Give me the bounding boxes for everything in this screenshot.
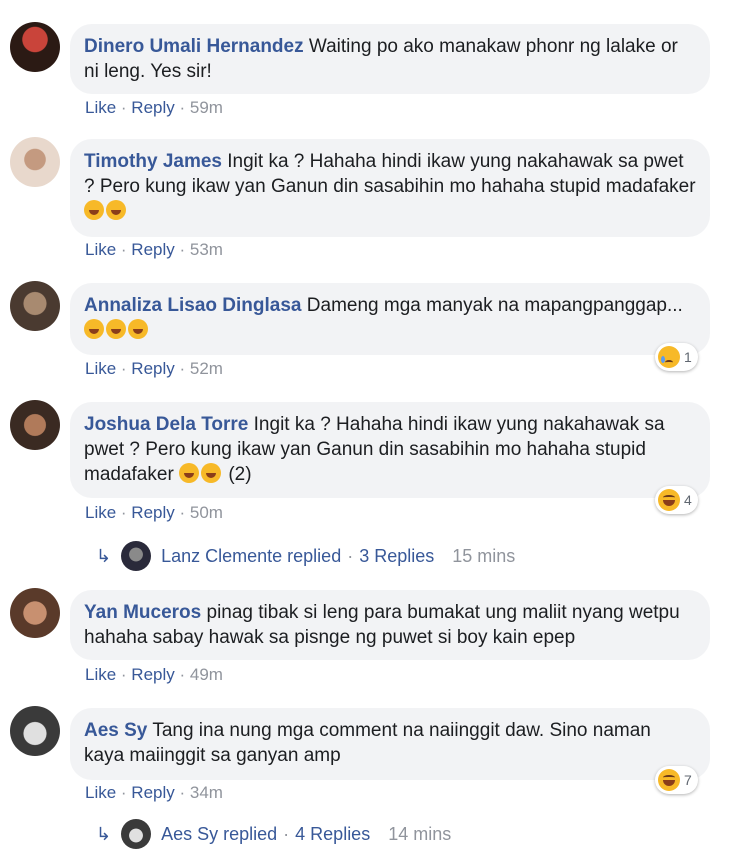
comment-time[interactable]: 53m <box>190 240 223 259</box>
comment-suffix: (2) <box>228 464 252 485</box>
comment-author[interactable]: Timothy James <box>84 151 222 172</box>
reply-link[interactable]: Reply <box>131 98 174 117</box>
comment-actions: Like · Reply · 34m <box>85 783 223 802</box>
like-link[interactable]: Like <box>85 98 116 117</box>
comment-text: Tang ina nung mga comment na naiinggit d… <box>84 720 651 766</box>
like-link[interactable]: Like <box>85 503 116 522</box>
avatar <box>121 819 152 849</box>
comment-author[interactable]: Dinero Umali Hernandez <box>84 36 304 57</box>
reaction-badge[interactable]: 4 <box>655 486 698 514</box>
like-link[interactable]: Like <box>85 783 116 802</box>
reply-time: 14 mins <box>388 823 452 844</box>
replier-name[interactable]: Lanz Clemente replied <box>161 546 341 567</box>
sad-emoji-icon <box>658 346 680 368</box>
rofl-emoji-icon <box>128 319 148 339</box>
tears-of-joy-emoji-icon <box>84 200 104 220</box>
comment-actions: Like · Reply · 59m <box>85 98 223 117</box>
comment-bubble: Joshua Dela Torre Ingit ka ? Hahaha hind… <box>70 402 710 498</box>
reply-time: 15 mins <box>452 545 516 566</box>
comment-bubble: Dinero Umali Hernandez Waiting po ako ma… <box>70 24 710 94</box>
reaction-badge[interactable]: 1 <box>655 343 698 371</box>
like-link[interactable]: Like <box>85 240 116 259</box>
comment-text: Dameng mga manyak na mapangpanggap... <box>306 295 683 316</box>
comment-author[interactable]: Yan Muceros <box>84 602 201 623</box>
comment-author[interactable]: Aes Sy <box>84 720 147 741</box>
avatar[interactable] <box>10 588 60 638</box>
comment-actions: Like · Reply · 49m <box>85 665 223 684</box>
reply-arrow-icon: ↳ <box>96 823 112 844</box>
view-replies-link[interactable]: ↳ Lanz Clemente replied · 3 Replies 15 m… <box>96 541 515 571</box>
like-link[interactable]: Like <box>85 665 116 684</box>
reply-link[interactable]: Reply <box>131 240 174 259</box>
reply-count[interactable]: 4 Replies <box>295 824 370 845</box>
separator: · <box>347 545 354 566</box>
like-link[interactable]: Like <box>85 359 116 378</box>
replier-name[interactable]: Aes Sy replied <box>161 824 277 845</box>
rofl-emoji-icon <box>84 319 104 339</box>
avatar <box>121 541 152 571</box>
reply-link[interactable]: Reply <box>131 665 174 684</box>
reply-link[interactable]: Reply <box>131 359 174 378</box>
comment-bubble: Yan Muceros pinag tibak si leng para bum… <box>70 590 710 660</box>
comment-bubble: Annaliza Lisao Dinglasa Dameng mga manya… <box>70 283 710 355</box>
haha-emoji-icon <box>658 769 680 791</box>
avatar[interactable] <box>10 400 60 450</box>
comment-actions: Like · Reply · 53m <box>85 240 223 259</box>
avatar[interactable] <box>10 706 60 756</box>
avatar[interactable] <box>10 22 60 72</box>
tears-of-joy-emoji-icon <box>201 463 222 483</box>
comment-time[interactable]: 50m <box>190 503 223 522</box>
separator: · <box>283 823 290 844</box>
reaction-badge[interactable]: 7 <box>655 766 698 794</box>
comment-author[interactable]: Annaliza Lisao Dinglasa <box>84 295 302 316</box>
comment-time[interactable]: 52m <box>190 359 223 378</box>
tears-of-joy-emoji-icon <box>179 463 200 483</box>
comment-bubble: Aes Sy Tang ina nung mga comment na naii… <box>70 708 710 780</box>
avatar[interactable] <box>10 137 60 187</box>
reply-arrow-icon: ↳ <box>96 545 112 566</box>
reply-link[interactable]: Reply <box>131 503 174 522</box>
comment-actions: Like · Reply · 50m <box>85 503 223 522</box>
reaction-count: 1 <box>684 349 692 365</box>
comment-bubble: Timothy James Ingit ka ? Hahaha hindi ik… <box>70 139 710 237</box>
comment-author[interactable]: Joshua Dela Torre <box>84 414 248 435</box>
reaction-count: 7 <box>684 772 692 788</box>
reaction-count: 4 <box>684 492 692 508</box>
avatar[interactable] <box>10 281 60 331</box>
reply-count[interactable]: 3 Replies <box>359 546 434 567</box>
tears-of-joy-emoji-icon <box>106 200 126 220</box>
comment-time[interactable]: 34m <box>190 783 223 802</box>
rofl-emoji-icon <box>106 319 126 339</box>
comment-actions: Like · Reply · 52m <box>85 359 223 378</box>
comment-time[interactable]: 49m <box>190 665 223 684</box>
comment-time[interactable]: 59m <box>190 98 223 117</box>
view-replies-link[interactable]: ↳ Aes Sy replied · 4 Replies 14 mins <box>96 819 451 849</box>
haha-emoji-icon <box>658 489 680 511</box>
reply-link[interactable]: Reply <box>131 783 174 802</box>
